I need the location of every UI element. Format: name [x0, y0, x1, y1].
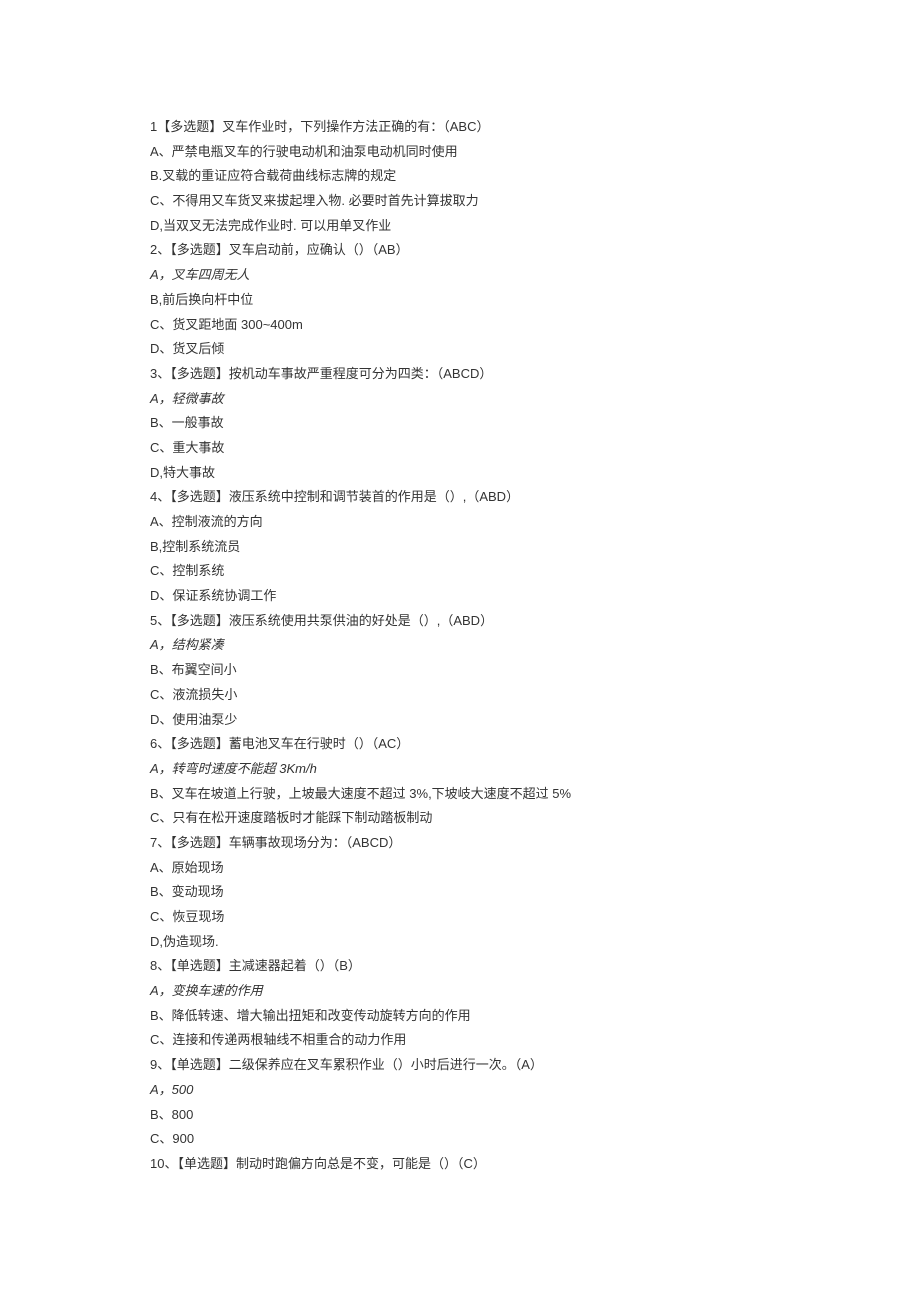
text-line: B,前后换向杆中位 — [150, 288, 770, 313]
text-line: C、货叉距地面 300~400m — [150, 313, 770, 338]
text-line: A、原始现场 — [150, 856, 770, 881]
text-line: C、控制系统 — [150, 559, 770, 584]
text-line: D、使用油泵少 — [150, 708, 770, 733]
text-line: 6、【多选题】蓄电池叉车在行驶时（）（AC） — [150, 732, 770, 757]
text-line: B、布翼空间小 — [150, 658, 770, 683]
text-line: A，轻微事故 — [150, 387, 770, 412]
text-line: C、重大事故 — [150, 436, 770, 461]
text-line: C、不得用又车货叉来拔起埋入物. 必要时首先计算拔取力 — [150, 189, 770, 214]
document-content: 1【多选题】叉车作业时，下列操作方法正确的有：（ABC）A、严禁电瓶叉车的行驶电… — [150, 115, 770, 1177]
text-line: D,伪造现场. — [150, 930, 770, 955]
text-line: 10、【单选题】制动时跑偏方向总是不变，可能是（）（C） — [150, 1152, 770, 1177]
text-line: B、一般事故 — [150, 411, 770, 436]
text-line: 7、【多选题】车辆事故现场分为：（ABCD） — [150, 831, 770, 856]
text-line: D,当双叉无法完成作业时. 可以用单叉作业 — [150, 214, 770, 239]
text-line: A，结构紧凑 — [150, 633, 770, 658]
text-line: B、800 — [150, 1103, 770, 1128]
text-line: 4、【多选题】液压系统中控制和调节装首的作用是（）,（ABD） — [150, 485, 770, 510]
text-line: 8、【单选题】主减速器起着（）（B） — [150, 954, 770, 979]
text-line: A，叉车四周无人 — [150, 263, 770, 288]
text-line: B、降低转速、增大输出扭矩和改变传动旋转方向的作用 — [150, 1004, 770, 1029]
text-line: A，500 — [150, 1078, 770, 1103]
text-line: C、连接和传递两根轴线不相重合的动力作用 — [150, 1028, 770, 1053]
text-line: B、叉车在坡道上行驶，上坡最大速度不超过 3%,下坡岐大速度不超过 5% — [150, 782, 770, 807]
text-line: C、液流损失小 — [150, 683, 770, 708]
text-line: 5、【多选题】液压系统使用共泵供油的好处是（）,（ABD） — [150, 609, 770, 634]
text-line: 2、【多选题】叉车启动前，应确认（）（AB） — [150, 238, 770, 263]
text-line: A、严禁电瓶叉车的行驶电动机和油泵电动机同时使用 — [150, 140, 770, 165]
text-line: A，转弯时速度不能超 3Km/h — [150, 757, 770, 782]
text-line: A、控制液流的方向 — [150, 510, 770, 535]
text-line: B,控制系统流员 — [150, 535, 770, 560]
document-page: 1【多选题】叉车作业时，下列操作方法正确的有：（ABC）A、严禁电瓶叉车的行驶电… — [0, 0, 920, 1301]
text-line: B.叉载的重证应符合载荷曲线标志牌的规定 — [150, 164, 770, 189]
text-line: C、恢豆现场 — [150, 905, 770, 930]
text-line: 9、【单选题】二级保养应在叉车累积作业（）小时后进行一次。（A） — [150, 1053, 770, 1078]
text-line: D、货叉后倾 — [150, 337, 770, 362]
text-line: C、900 — [150, 1127, 770, 1152]
text-line: A，变换车速的作用 — [150, 979, 770, 1004]
text-line: D,特大事故 — [150, 461, 770, 486]
text-line: 3、【多选题】按机动车事故严重程度可分为四类：（ABCD） — [150, 362, 770, 387]
text-line: D、保证系统协调工作 — [150, 584, 770, 609]
text-line: C、只有在松开速度踏板时才能踩下制动踏板制动 — [150, 806, 770, 831]
text-line: 1【多选题】叉车作业时，下列操作方法正确的有：（ABC） — [150, 115, 770, 140]
text-line: B、变动现场 — [150, 880, 770, 905]
